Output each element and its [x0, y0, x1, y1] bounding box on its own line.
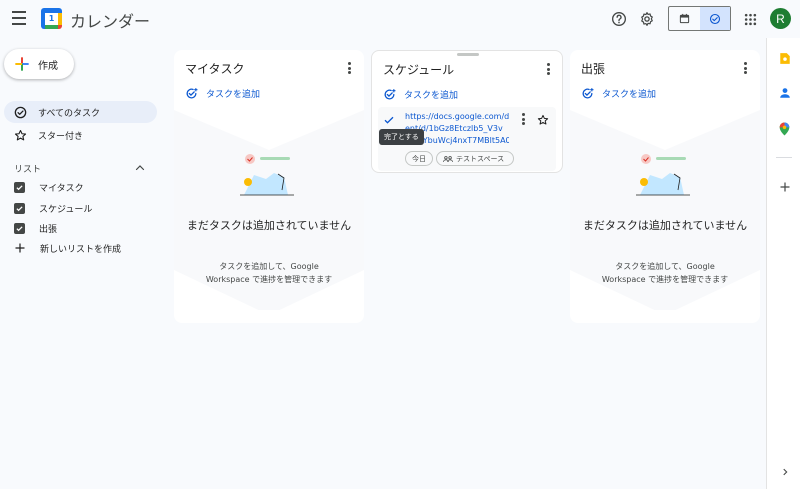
view-switcher	[668, 6, 731, 31]
people-icon	[443, 155, 453, 162]
task-list-card-schedule: スケジュール タスクを追加 https://docs.google.com/d …	[371, 50, 563, 173]
star-icon	[14, 129, 27, 140]
space-chip[interactable]: テストスペース	[436, 151, 514, 166]
nav-all-tasks[interactable]: すべてのタスク	[4, 101, 157, 123]
get-addons-button[interactable]	[778, 180, 791, 193]
card-title: マイタスク	[185, 62, 245, 76]
create-new-list-button[interactable]: 新しいリストを作成	[14, 239, 121, 257]
app-title: カレンダー	[70, 12, 151, 31]
settings-button[interactable]	[637, 9, 657, 29]
drag-handle[interactable]	[457, 53, 479, 56]
apps-button[interactable]	[740, 9, 760, 29]
keep-button[interactable]	[778, 52, 791, 65]
side-panel-rail	[766, 38, 800, 489]
plus-icon	[15, 243, 25, 253]
add-task-button[interactable]: タスクを追加	[383, 88, 458, 101]
help-icon	[612, 12, 626, 26]
list-checkbox[interactable]	[14, 181, 25, 193]
contacts-icon	[779, 87, 790, 98]
checkmark-icon	[16, 205, 23, 211]
contacts-button[interactable]	[778, 86, 791, 99]
list-options-button[interactable]	[347, 62, 351, 74]
empty-state-line-2: Workspace で進捗を管理できます	[601, 275, 729, 284]
expand-panel-button[interactable]	[778, 465, 791, 478]
list-label: 出張	[39, 224, 58, 235]
add-task-icon	[582, 88, 594, 99]
main-menu-button[interactable]	[12, 11, 30, 27]
list-label: スケジュール	[39, 204, 93, 215]
nav-label: すべてのタスク	[38, 108, 101, 119]
empty-state-title: まだタスクは追加されていません	[582, 219, 748, 232]
nav-label: スター付き	[38, 131, 84, 142]
lists-section-header[interactable]: リスト	[14, 160, 146, 176]
empty-state-line-1: タスクを追加して、Google	[219, 262, 319, 271]
chevron-right-icon	[782, 468, 787, 475]
calendar-view-button[interactable]	[669, 7, 700, 30]
list-options-button[interactable]	[743, 62, 747, 74]
due-date-label: 今日	[412, 154, 426, 163]
create-button[interactable]: 作成	[4, 49, 74, 79]
maps-pin-icon	[779, 122, 790, 135]
add-task-label: タスクを追加	[602, 90, 657, 100]
calendar-logo-icon: 1	[41, 8, 62, 29]
empty-state-line-1: タスクを追加して、Google	[615, 262, 715, 271]
keep-icon	[779, 53, 790, 64]
star-icon	[537, 114, 549, 125]
list-label: マイタスク	[39, 183, 84, 194]
empty-tasks-illustration	[636, 154, 690, 196]
apps-grid-icon	[744, 13, 756, 25]
empty-tasks-illustration	[240, 154, 294, 196]
mark-complete-tooltip: 完了とする	[379, 129, 424, 145]
gear-icon	[641, 12, 653, 26]
task-list-card-my-tasks: マイタスク タスクを追加 まだタスクは追加されていません タスクを追加して、Go…	[174, 50, 364, 323]
due-date-chip[interactable]: 今日	[405, 151, 433, 166]
plus-icon	[780, 182, 789, 191]
chevron-up-icon	[135, 165, 145, 171]
new-list-label: 新しいリストを作成	[40, 244, 122, 255]
lists-header-label: リスト	[14, 164, 42, 175]
list-options-button[interactable]	[546, 63, 550, 75]
create-label: 作成	[38, 60, 58, 72]
check-circle-icon	[14, 106, 27, 118]
account-avatar[interactable]: R	[770, 8, 791, 29]
space-label: テストスペース	[456, 154, 505, 163]
list-checkbox[interactable]	[14, 202, 25, 214]
top-bar: 1 カレンダー R	[0, 0, 800, 38]
tasks-check-icon	[709, 13, 720, 24]
empty-state-title: まだタスクは追加されていません	[186, 219, 352, 232]
rail-divider	[776, 157, 792, 158]
list-item-my-tasks[interactable]: マイタスク	[14, 178, 84, 196]
add-task-label: タスクを追加	[206, 90, 261, 100]
plus-multicolor-icon	[15, 57, 29, 71]
list-checkbox[interactable]	[14, 222, 25, 234]
mark-complete-button[interactable]	[383, 111, 395, 130]
checkmark-icon	[16, 225, 23, 231]
list-item-business-trip[interactable]: 出張	[14, 219, 57, 237]
checkmark-icon	[384, 116, 394, 124]
nav-starred[interactable]: スター付き	[4, 124, 157, 146]
maps-button[interactable]	[778, 122, 791, 135]
card-title: 出張	[581, 62, 606, 76]
calendar-icon	[679, 13, 689, 24]
checkmark-icon	[16, 184, 23, 190]
add-task-button[interactable]: タスクを追加	[185, 87, 260, 100]
add-task-label: タスクを追加	[404, 91, 459, 101]
add-task-button[interactable]: タスクを追加	[581, 87, 656, 100]
logo-day: 1	[45, 13, 58, 25]
add-task-icon	[384, 89, 396, 100]
help-button[interactable]	[609, 9, 629, 29]
task-options-button[interactable]	[521, 113, 525, 125]
empty-state-line-2: Workspace で進捗を管理できます	[205, 275, 333, 284]
star-task-button[interactable]	[537, 111, 549, 130]
task-link-line: https://docs.google.com/d	[405, 112, 509, 121]
list-item-schedule[interactable]: スケジュール	[14, 199, 92, 217]
tasks-view-button[interactable]	[699, 7, 730, 30]
add-task-icon	[186, 88, 198, 99]
card-title: スケジュール	[383, 63, 455, 77]
task-list-card-business-trip: 出張 タスクを追加 まだタスクは追加されていません タスクを追加して、Googl…	[570, 50, 760, 323]
